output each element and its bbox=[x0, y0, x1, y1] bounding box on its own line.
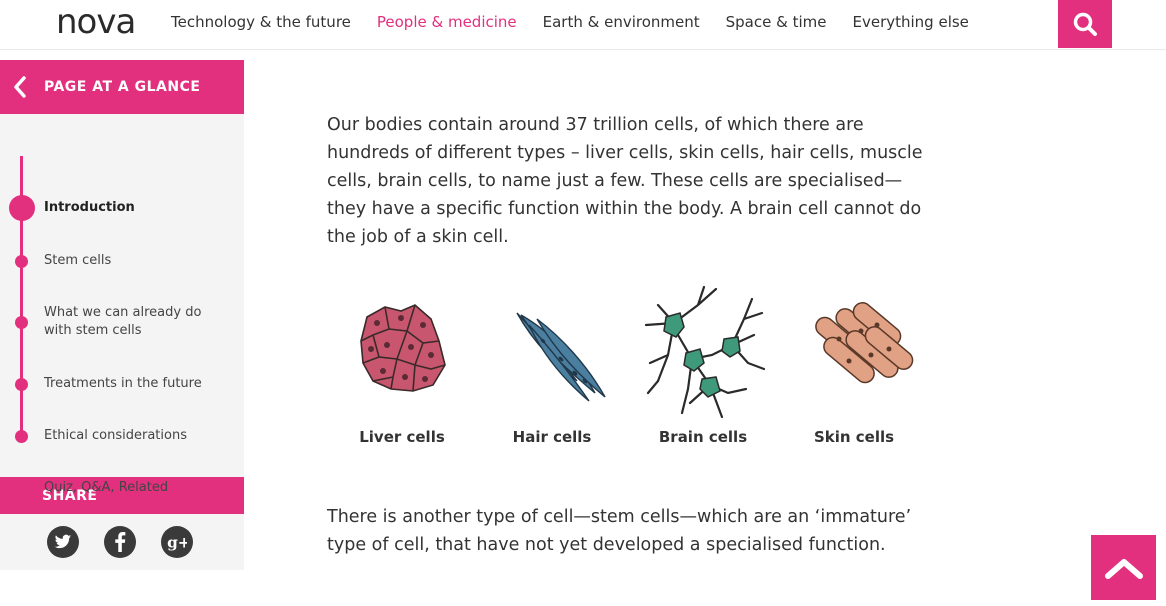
chevron-up-icon bbox=[1104, 558, 1143, 579]
toc-dot bbox=[15, 482, 28, 495]
brain-cells-label: Brain cells bbox=[658, 428, 748, 446]
toc-item-label: What we can already do with stem cells bbox=[44, 305, 202, 338]
search-icon bbox=[1073, 12, 1097, 36]
hair-cells-label: Hair cells bbox=[512, 428, 592, 446]
nav-earth-environment[interactable]: Earth & environment bbox=[543, 13, 700, 31]
toc-dot bbox=[9, 195, 35, 221]
table-of-contents: Introduction Stem cells What we can alre… bbox=[0, 114, 244, 495]
svg-text:g+: g+ bbox=[167, 533, 187, 551]
hair-cells-icon bbox=[516, 312, 606, 402]
main-nav: Technology & the future People & medicin… bbox=[171, 0, 995, 44]
toc-item-label: Treatments in the future bbox=[44, 376, 202, 391]
twitter-icon[interactable] bbox=[47, 526, 79, 558]
nav-people-medicine[interactable]: People & medicine bbox=[377, 13, 517, 31]
nav-technology[interactable]: Technology & the future bbox=[171, 13, 351, 31]
toc-dot bbox=[15, 378, 28, 391]
toc-item-label: Introduction bbox=[44, 200, 135, 215]
skin-cells-figure bbox=[779, 285, 929, 415]
stem-cells-paragraph: There is another type of cell—stem cells… bbox=[327, 507, 912, 555]
back-to-top-button[interactable] bbox=[1091, 535, 1156, 600]
page-at-a-glance-header[interactable]: PAGE AT A GLANCE bbox=[0, 60, 244, 114]
liver-cells-figure bbox=[327, 285, 477, 415]
share-icons: g+ bbox=[0, 514, 244, 570]
intro-paragraph: Our bodies contain around 37 trillion ce… bbox=[327, 115, 923, 247]
toc-dot bbox=[15, 316, 28, 329]
google-plus-icon[interactable]: g+ bbox=[161, 526, 193, 558]
chevron-left-icon bbox=[0, 76, 40, 98]
toc-item-label: Stem cells bbox=[44, 253, 112, 268]
brain-cells-figure bbox=[628, 285, 778, 420]
toc-item-label: Ethical considerations bbox=[44, 428, 187, 443]
liver-cells-label: Liver cells bbox=[359, 428, 445, 446]
facebook-icon[interactable] bbox=[104, 526, 136, 558]
search-button[interactable] bbox=[1058, 0, 1112, 48]
nav-everything-else[interactable]: Everything else bbox=[852, 13, 968, 31]
toc-item-label: Quiz, Q&A, Related bbox=[44, 480, 169, 495]
nav-space-time[interactable]: Space & time bbox=[726, 13, 827, 31]
cell-types-illustration: Liver cells Hair cells Brain cells Skin … bbox=[327, 285, 937, 455]
skin-cells-icon bbox=[815, 302, 914, 384]
brain-cells-icon bbox=[644, 285, 766, 419]
nova-logo[interactable]: nova bbox=[56, 4, 136, 40]
toc-dot bbox=[15, 255, 28, 268]
site-header: nova Technology & the future People & me… bbox=[0, 0, 1166, 50]
liver-cells-icon bbox=[360, 304, 446, 392]
skin-cells-label: Skin cells bbox=[813, 428, 895, 446]
page-at-a-glance-sidebar: PAGE AT A GLANCE Introduction Stem cells… bbox=[0, 60, 244, 570]
toc-dot bbox=[15, 430, 28, 443]
page-at-a-glance-title: PAGE AT A GLANCE bbox=[44, 79, 201, 95]
hair-cells-figure bbox=[477, 285, 627, 415]
